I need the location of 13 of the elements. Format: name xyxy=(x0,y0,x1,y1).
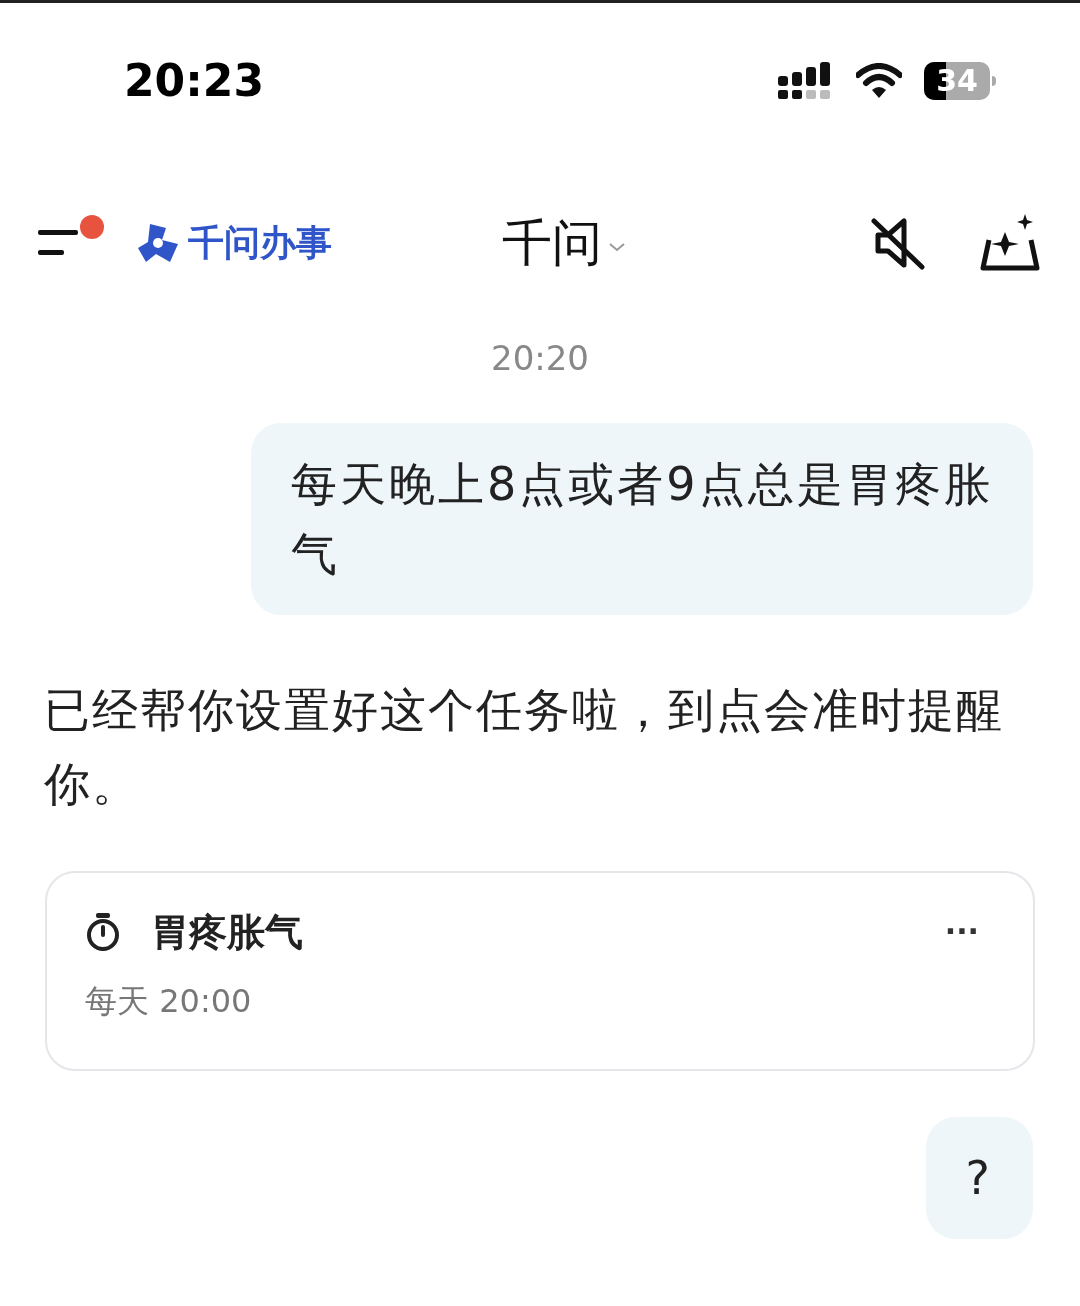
user-message-bubble: 每天晚上8点或者9点总是胃疼胀气 xyxy=(251,423,1033,615)
task-schedule: 每天 20:00 xyxy=(85,985,253,1017)
task-title: 胃疼胀气 xyxy=(151,913,303,951)
more-button[interactable]: ··· xyxy=(944,917,995,947)
assistant-message: 已经帮你设置好这个任务啦，到点会准时提醒你。 xyxy=(43,682,1005,813)
timer-icon xyxy=(85,913,121,951)
message-timestamp: 20:20 xyxy=(491,341,589,375)
caret-icon xyxy=(608,240,626,254)
brand-logo[interactable]: 千问办事 xyxy=(136,222,332,264)
wifi-icon xyxy=(856,63,902,99)
clock-time: 20:23 xyxy=(124,59,265,103)
model-selector[interactable]: 千问 xyxy=(502,218,626,268)
user-message-bubble: ? xyxy=(925,1117,1033,1239)
